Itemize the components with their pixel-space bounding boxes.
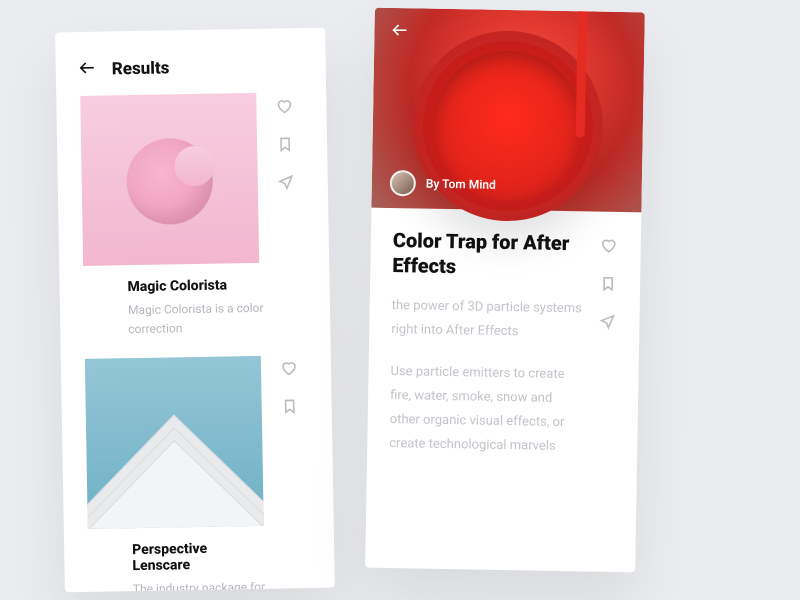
action-rail (274, 92, 303, 592)
heart-icon[interactable] (281, 360, 297, 380)
article-title: Color Trap for After Effects (392, 228, 585, 281)
share-icon[interactable] (278, 174, 294, 194)
result-desc: Magic Colorista is a color correction (128, 299, 265, 339)
result-card[interactable]: Magic Colorista Magic Colorista is a col… (80, 93, 264, 345)
back-button[interactable] (392, 22, 408, 42)
action-rail (595, 232, 619, 461)
results-screen: Results Magic Colorista Magic Colorista … (55, 28, 335, 593)
results-header: Results (55, 28, 326, 97)
heart-icon[interactable] (276, 98, 292, 118)
result-desc: The industry package for graphics (133, 578, 270, 592)
result-thumbnail (80, 93, 259, 266)
heart-icon[interactable] (601, 238, 617, 258)
results-list: Magic Colorista Magic Colorista is a col… (80, 93, 269, 592)
share-icon[interactable] (599, 314, 615, 334)
building-image (85, 414, 264, 529)
result-title: Perspective Lenscare (132, 540, 269, 574)
avatar (390, 170, 416, 196)
bookmark-icon[interactable] (277, 136, 293, 156)
result-title: Magic Colorista (127, 277, 263, 295)
author-label: By Tom Mind (426, 177, 496, 192)
article-hero: By Tom Mind (371, 8, 644, 213)
article-screen: By Tom Mind Color Trap for After Effects… (365, 8, 645, 573)
article-lede: the power of 3D particle systems right i… (391, 294, 584, 345)
article-body: Use particle emitters to create fire, wa… (389, 360, 583, 460)
bookmark-icon[interactable] (282, 398, 298, 418)
page-title: Results (112, 58, 170, 79)
result-card[interactable]: Perspective Lenscare The industry packag… (85, 356, 270, 592)
bookmark-icon[interactable] (600, 276, 616, 296)
author-byline[interactable]: By Tom Mind (390, 170, 496, 198)
macaron-image (126, 138, 213, 225)
back-button[interactable] (80, 60, 96, 80)
result-thumbnail (85, 356, 264, 529)
